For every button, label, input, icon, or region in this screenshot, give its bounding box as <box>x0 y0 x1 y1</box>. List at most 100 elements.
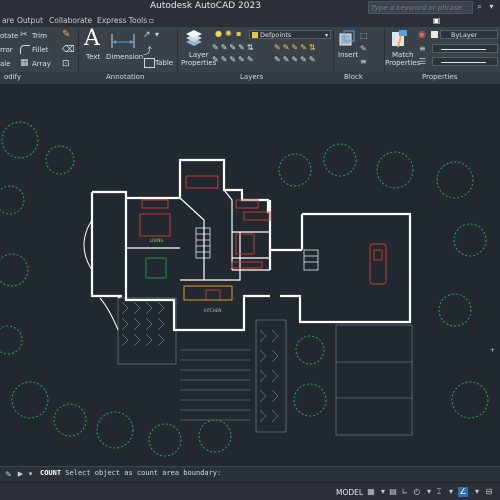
layer-bulb-icon[interactable]: ● <box>215 29 222 38</box>
dining-table <box>139 213 171 237</box>
interior-walls <box>117 189 270 299</box>
ribbon-tabs: are Output Collaborate Express Tools ▫ ▣ <box>0 14 500 28</box>
match-properties-icon[interactable] <box>390 29 410 49</box>
wall-outline <box>92 158 270 214</box>
text-button[interactable]: Text <box>86 53 100 61</box>
dimension-icon[interactable] <box>110 30 136 50</box>
layer-tools-row-3[interactable]: ✎✎✎✎⇅ <box>274 43 318 52</box>
workspace-dropdown-icon[interactable]: ▾ <box>472 487 482 497</box>
kitchen-counter <box>183 285 233 301</box>
tree-symbol <box>0 253 29 287</box>
polar-icon[interactable]: ◴ <box>412 487 422 497</box>
text-icon[interactable]: A <box>84 28 100 50</box>
scale-button[interactable]: ale <box>0 60 11 68</box>
paving-pattern <box>121 301 279 423</box>
tree-symbol <box>438 293 472 327</box>
command-dropdown-icon[interactable]: ▾ <box>26 470 35 479</box>
insert-button[interactable]: Insert <box>338 51 358 59</box>
tree-symbol <box>0 185 25 215</box>
tree-symbol <box>323 143 357 177</box>
bed <box>185 175 219 189</box>
lineweight-dropdown[interactable] <box>432 44 498 53</box>
room-label-living: LIVING <box>150 238 163 243</box>
wrench-icon[interactable]: ✎ <box>4 470 13 479</box>
autocad-window: Autodesk AutoCAD 2023 ⌕ ▾ are Output Col… <box>0 0 500 500</box>
search-box[interactable] <box>368 1 473 14</box>
tree-symbol <box>295 335 325 365</box>
osnap-icon[interactable]: ⌶ <box>434 487 444 497</box>
modify-panel-title[interactable]: odify <box>4 73 21 81</box>
snap-dropdown-icon[interactable]: ▾ <box>378 487 388 497</box>
tab-output[interactable]: Output <box>17 16 43 25</box>
layer-lock-icon[interactable]: ▪ <box>236 29 241 38</box>
pencil-icon[interactable]: ✎ <box>62 30 72 40</box>
drawing-canvas[interactable]: LIVING KITCHEN + <box>0 84 500 466</box>
crosshair-marker: + <box>490 347 495 354</box>
properties-panel-title[interactable]: Properties <box>422 73 457 81</box>
layer-properties-icon[interactable] <box>184 29 204 49</box>
tab-collaborate[interactable]: Collaborate <box>49 16 92 25</box>
tree-symbol <box>1 121 39 159</box>
fillet-icon <box>20 45 30 54</box>
trim-button[interactable]: Trim <box>32 32 47 40</box>
garage-wall <box>280 212 412 324</box>
match-properties-button[interactable]: Match Properties <box>385 51 420 67</box>
linetype-dropdown[interactable] <box>432 57 498 66</box>
erase-icon[interactable]: ⌫ <box>62 45 75 55</box>
tree-symbol <box>278 153 312 187</box>
search-input[interactable] <box>371 2 470 13</box>
command-line[interactable]: ✎ ▶ ▾ COUNT Select object as count area … <box>0 466 500 482</box>
block-attribute-icon[interactable]: ≡ <box>360 57 367 66</box>
workspace-icon[interactable]: ▣ <box>432 16 441 25</box>
osnap-dropdown-icon[interactable]: ▾ <box>446 487 456 497</box>
color-dropdown[interactable]: ByLayer <box>440 30 498 39</box>
search-icon[interactable]: ⌕ <box>475 2 484 11</box>
sofa <box>235 199 259 209</box>
layer-sun-icon[interactable]: ✺ <box>225 29 232 38</box>
tab-share[interactable]: are <box>2 16 14 25</box>
floor-plan: LIVING KITCHEN + <box>0 121 495 457</box>
tree-symbol <box>436 161 474 199</box>
fillet-button[interactable]: Fillet <box>32 46 48 54</box>
ortho-icon[interactable]: ∟ <box>400 487 410 497</box>
tree-symbol <box>96 411 134 449</box>
command-prompt: COUNT Select object as count area bounda… <box>40 469 221 477</box>
isodraft-dropdown-icon[interactable]: ▾ <box>424 487 434 497</box>
command-history-icon[interactable]: ▶ <box>16 470 25 479</box>
rotate-button[interactable]: otate <box>0 32 18 40</box>
tree-symbol <box>53 403 87 437</box>
create-block-icon[interactable]: ⬚ <box>360 31 368 40</box>
layer-tools-row-4[interactable]: ✎✎✎✎✎ <box>274 55 318 64</box>
leader-icon[interactable]: ↗ <box>143 30 151 40</box>
lineweight-toggle-icon[interactable]: ∠ <box>458 487 468 497</box>
layers-panel-title[interactable]: Layers <box>240 73 263 81</box>
annotation-dropdown-icon[interactable]: ▾ <box>155 30 159 39</box>
color-swatch <box>431 31 438 38</box>
dimension-button[interactable]: Dimension <box>106 53 143 61</box>
model-tab[interactable]: MODEL <box>336 488 363 497</box>
block-panel-title[interactable]: Block <box>344 73 363 81</box>
trim-icon: ✂ <box>20 30 28 40</box>
array-button[interactable]: Array <box>32 60 51 68</box>
snap-icon[interactable]: ▤ <box>388 487 398 497</box>
app-title: Autodesk AutoCAD 2023 <box>150 1 261 11</box>
layer-tools-row-1[interactable]: ✎✎✎✎⇅ <box>212 43 256 52</box>
mleader-icon[interactable]: ⤴ <box>143 44 152 57</box>
table-button[interactable]: Table <box>155 59 173 67</box>
mirror-button[interactable]: rror <box>0 46 13 54</box>
paving-hatch <box>117 297 413 436</box>
tree-symbol <box>293 383 327 417</box>
insert-block-icon[interactable] <box>338 30 356 48</box>
stove <box>205 289 221 301</box>
grid-icon[interactable]: ▦ <box>366 487 376 497</box>
layer-tools-row-2[interactable]: ✎✎✎✎✎ <box>212 55 256 64</box>
tab-options-icon[interactable]: ▫ <box>147 16 156 25</box>
annotation-scale-icon[interactable]: ⊟ <box>484 487 494 497</box>
annotation-panel-title[interactable]: Annotation <box>106 73 144 81</box>
tab-express-tools[interactable]: Express Tools <box>97 16 147 25</box>
user-icon[interactable]: ▾ <box>487 2 496 11</box>
layer-dropdown[interactable]: Defpoints ▾ <box>249 30 331 39</box>
edit-block-icon[interactable]: ✎ <box>360 44 367 53</box>
tree-symbol <box>451 381 489 419</box>
explode-icon[interactable]: ⊡ <box>62 59 72 69</box>
